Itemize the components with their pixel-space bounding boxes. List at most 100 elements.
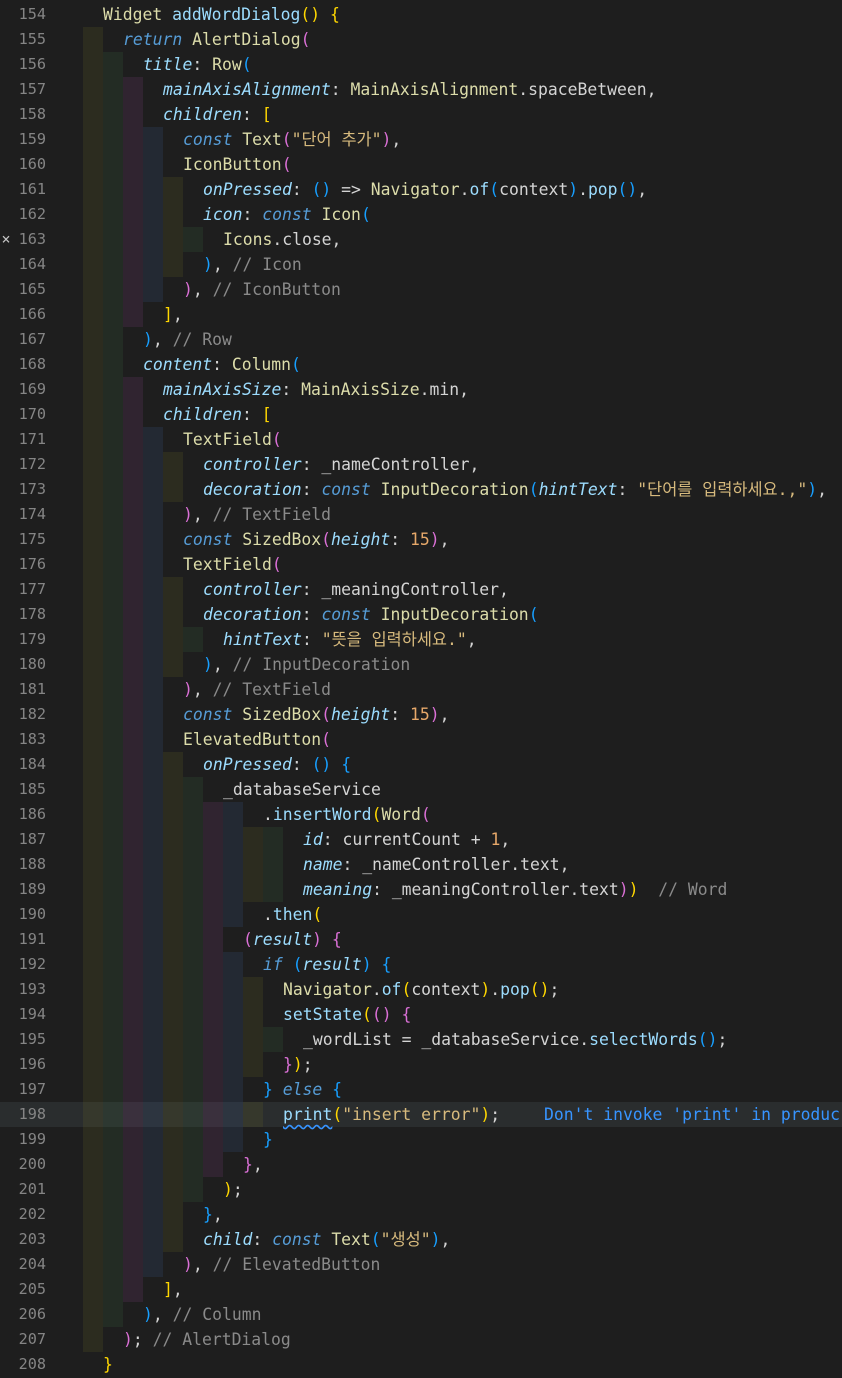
indent-guide — [203, 1152, 223, 1177]
indent-guide — [243, 1002, 263, 1027]
code-line[interactable]: 207); // AlertDialog — [0, 1327, 842, 1352]
code-line[interactable]: 160 IconButton( — [0, 152, 842, 177]
code-line[interactable]: 185 _databaseService — [0, 777, 842, 802]
code-line[interactable]: 202}, — [0, 1202, 842, 1227]
code-line[interactable]: 177 controller: _meaningController, — [0, 577, 842, 602]
code-line[interactable]: 203 child: const Text("생성"), — [0, 1227, 842, 1252]
code-text: _wordList = _databaseService.selectWords… — [303, 1027, 727, 1052]
code-line[interactable]: 186 .insertWord(Word( — [0, 802, 842, 827]
code-line[interactable]: 164), // Icon — [0, 252, 842, 277]
code-token: AlertDialog — [192, 30, 301, 49]
code-line[interactable]: 168 content: Column( — [0, 352, 842, 377]
code-line[interactable]: 170 children: [ — [0, 402, 842, 427]
code-token: ) — [381, 130, 392, 149]
code-token: ) — [480, 1105, 491, 1124]
indent-guide — [143, 452, 163, 477]
code-token: } — [283, 1055, 293, 1074]
code-line[interactable]: 206), // Column — [0, 1302, 842, 1327]
indent-guide — [243, 1102, 263, 1127]
indent-guide — [263, 852, 283, 877]
code-token: () — [697, 1030, 718, 1049]
inline-diagnostic-message[interactable]: Don't invoke 'print' in produc — [544, 1102, 840, 1127]
code-token: ( — [241, 55, 252, 74]
indent-guide — [143, 927, 163, 952]
code-line[interactable]: 176 TextField( — [0, 552, 842, 577]
code-line[interactable]: 183 ElevatedButton( — [0, 727, 842, 752]
code-line[interactable]: 198 print("insert error"); Don't invoke 'p… — [0, 1102, 842, 1127]
indent-guide — [83, 727, 103, 752]
code-line[interactable]: 179 hintText: "뜻을 입력하세요.", — [0, 627, 842, 652]
code-line[interactable]: 167), // Row — [0, 327, 842, 352]
code-line[interactable]: 181), // TextField — [0, 677, 842, 702]
code-line[interactable]: 205], — [0, 1277, 842, 1302]
indent-guide — [223, 902, 243, 927]
code-token: Word — [381, 805, 421, 824]
indent-guide — [163, 777, 183, 802]
code-line[interactable]: 200}, — [0, 1152, 842, 1177]
code-token: () — [311, 755, 332, 774]
code-line[interactable]: 182 const SizedBox(height: 15), — [0, 702, 842, 727]
code-line[interactable]: 172 controller: _nameController, — [0, 452, 842, 477]
code-line[interactable]: 156 title: Row( — [0, 52, 842, 77]
code-line[interactable]: 199} — [0, 1127, 842, 1152]
code-line[interactable]: 189 meaning: _meaningController.text)) //… — [0, 877, 842, 902]
code-line[interactable]: 196}); — [0, 1052, 842, 1077]
code-line[interactable]: 154 Widget addWordDialog() { — [0, 2, 842, 27]
code-token: ) — [361, 955, 372, 974]
code-line[interactable]: 193 Navigator.of(context).pop(); — [0, 977, 842, 1002]
indent-guide — [103, 977, 123, 1002]
code-line[interactable]: 166], — [0, 302, 842, 327]
line-number: 162 — [18, 205, 46, 223]
code-line[interactable]: 174), // TextField — [0, 502, 842, 527]
code-line[interactable]: 159 const Text("단어 추가"), — [0, 127, 842, 152]
code-line[interactable]: 158 children: [ — [0, 102, 842, 127]
indent-guide — [183, 777, 203, 802]
code-line[interactable]: 184 onPressed: () { — [0, 752, 842, 777]
code-token: return — [123, 30, 183, 49]
code-line[interactable]: 191 (result) { — [0, 927, 842, 952]
code-line[interactable]: 204), // ElevatedButton — [0, 1252, 842, 1277]
code-text: } — [263, 1127, 273, 1152]
indent-guide — [203, 1102, 223, 1127]
code-editor[interactable]: 154 Widget addWordDialog() {155 return Ale… — [0, 0, 842, 1378]
code-line[interactable]: 194 setState(() { — [0, 1002, 842, 1027]
code-line[interactable]: 175 const SizedBox(height: 15), — [0, 527, 842, 552]
code-line[interactable]: 187 id: currentCount + 1, — [0, 827, 842, 852]
code-line[interactable]: 162 icon: const Icon( — [0, 202, 842, 227]
code-text: children: [ — [163, 102, 272, 127]
code-line[interactable]: 157 mainAxisAlignment: MainAxisAlignment.… — [0, 77, 842, 102]
code-line[interactable]: 208} — [0, 1352, 842, 1377]
indent-guide — [123, 527, 143, 552]
indent-guide — [103, 227, 123, 252]
code-token: // InputDecoration — [232, 655, 411, 674]
code-token: result — [252, 930, 313, 949]
code-token: Text — [331, 1230, 371, 1249]
code-line[interactable]: 190 .then( — [0, 902, 842, 927]
code-line[interactable]: 178 decoration: const InputDecoration( — [0, 602, 842, 627]
code-line[interactable]: 165), // IconButton — [0, 277, 842, 302]
code-line[interactable]: 161 onPressed: () => Navigator.of(context… — [0, 177, 842, 202]
code-line[interactable]: 155 return AlertDialog( — [0, 27, 842, 52]
line-number: 166 — [18, 305, 46, 323]
code-line[interactable]: 201); — [0, 1177, 842, 1202]
code-line[interactable]: 169 mainAxisSize: MainAxisSize.min, — [0, 377, 842, 402]
code-line[interactable]: 171 TextField( — [0, 427, 842, 452]
code-line[interactable]: 195 _wordList = _databaseService.selectWo… — [0, 1027, 842, 1052]
line-number: 179 — [18, 630, 46, 648]
indent-guide — [143, 1177, 163, 1202]
code-token: ) — [143, 330, 153, 349]
code-line[interactable]: 192 if (result) { — [0, 952, 842, 977]
code-line[interactable]: 197} else { — [0, 1077, 842, 1102]
code-text: .insertWord(Word( — [263, 802, 431, 827]
code-text: Widget addWordDialog() { — [103, 2, 340, 27]
code-line[interactable]: 188 name: _nameController.text, — [0, 852, 842, 877]
code-line[interactable]: 163 × Icons.close, — [0, 227, 842, 252]
code-line[interactable]: 180), // InputDecoration — [0, 652, 842, 677]
indent-guide — [103, 952, 123, 977]
code-line[interactable]: 173 decoration: const InputDecoration(hin… — [0, 477, 842, 502]
close-icon[interactable]: × — [0, 227, 12, 252]
code-token: . — [371, 980, 382, 999]
code-token: : — [242, 205, 263, 224]
